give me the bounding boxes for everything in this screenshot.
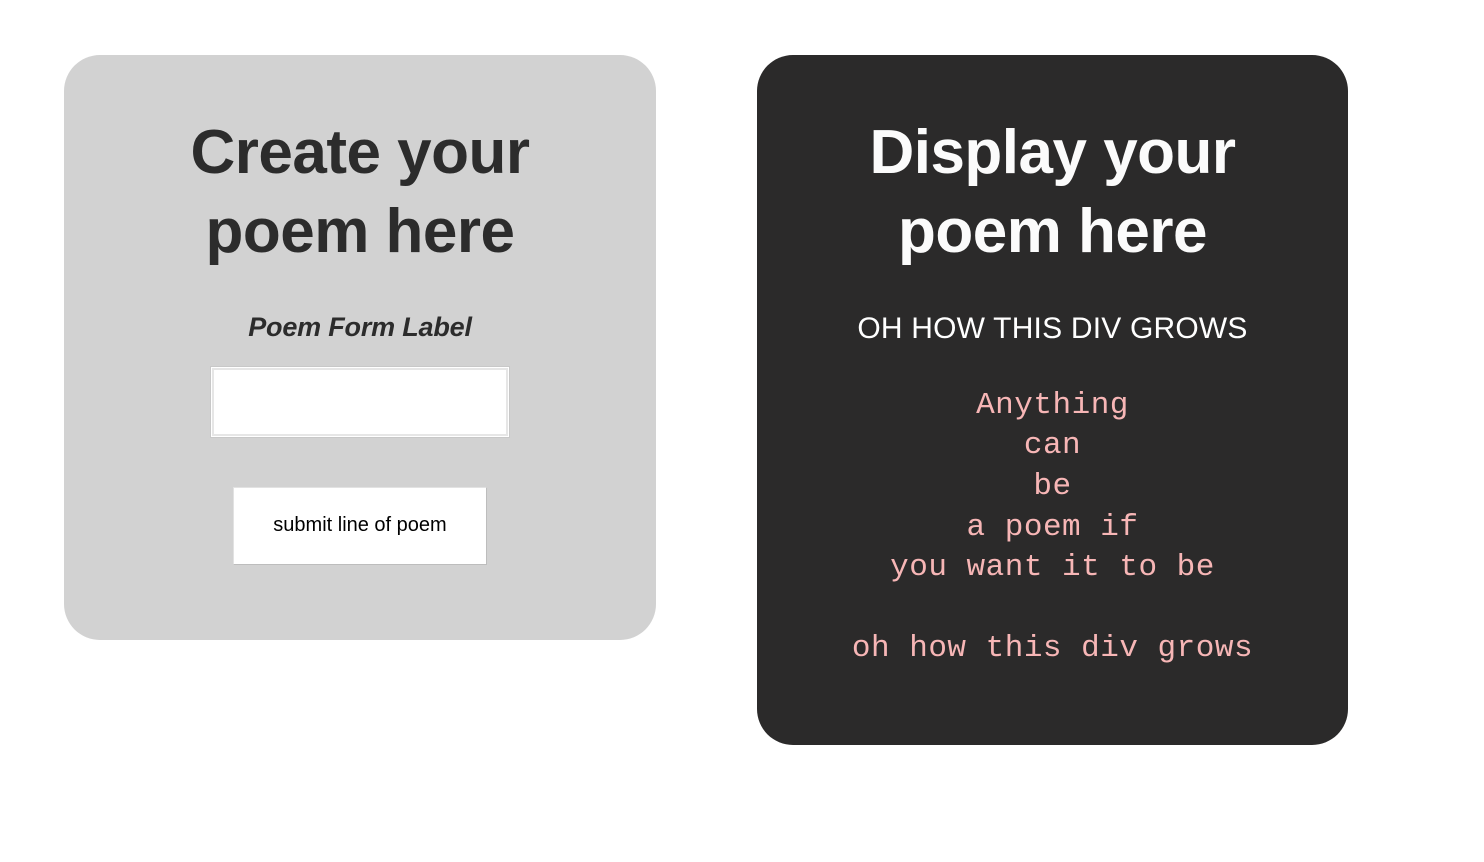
create-poem-panel: Create your poem here Poem Form Label su… — [64, 55, 656, 640]
create-panel-heading: Create your poem here — [190, 118, 530, 267]
poem-stanza-spacer — [777, 589, 1328, 629]
poem-line-0: Anything — [976, 387, 1129, 423]
poem-line-2: be — [1033, 468, 1072, 504]
poem-line-1: can — [1023, 428, 1082, 464]
display-panel-heading: Display your poem here — [869, 118, 1236, 267]
poem-line-input[interactable] — [210, 365, 510, 438]
poem-stanza-footer: oh how this div grows — [777, 629, 1328, 670]
poem-form-label: Poem Form Label — [248, 311, 472, 342]
poem-line-3: a poem if — [966, 509, 1139, 545]
poem-footer-line-0: oh how this div grows — [851, 630, 1254, 666]
submit-line-button[interactable]: submit line of poem — [233, 486, 487, 565]
poem-output: Anything can be a poem if you want it to be … — [757, 346, 1348, 670]
display-poem-panel: Display your poem here OH HOW THIS DIV G… — [757, 55, 1348, 745]
app-stage: Create your poem here Poem Form Label su… — [0, 0, 1484, 862]
poem-stanza-main: Anything can be a poem if you want it to be — [777, 386, 1328, 589]
display-panel-subtitle: OH HOW THIS DIV GROWS — [857, 311, 1248, 345]
poem-line-4: you want it to be — [890, 550, 1215, 586]
poem-form: Poem Form Label submit line of poem — [64, 312, 656, 565]
